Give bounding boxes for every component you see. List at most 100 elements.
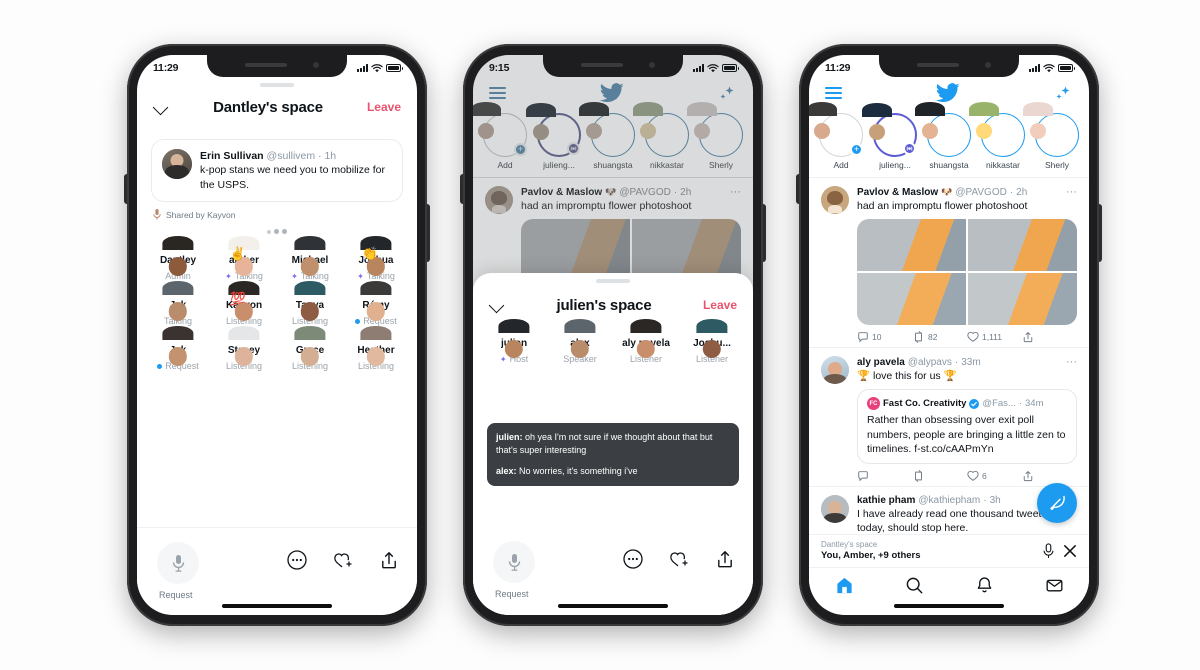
fleet-ring[interactable] <box>969 102 1025 157</box>
spaces-bottom-sheet: julien's space Leave julien✦HostalexSpea… <box>473 273 753 615</box>
participant-cell[interactable]: 💯KayvonListening <box>211 281 277 326</box>
fleets-carousel[interactable]: + Add julieng... shuangsta nikkastar Sherly <box>809 102 1089 178</box>
participant-cell[interactable]: JakTalking <box>145 281 211 326</box>
retweet-action[interactable] <box>912 469 967 482</box>
share-icon[interactable] <box>379 550 399 570</box>
timeline-tweet[interactable]: aly pavela @alypavs · 33m ··· 🏆 love thi… <box>809 347 1089 486</box>
live-captions-box: julien: oh yea I'm not sure if we though… <box>487 423 739 487</box>
tweet-photo[interactable] <box>857 273 966 326</box>
quoted-tweet[interactable]: FC Fast Co. Creativity @Fas... · 34m Rat… <box>857 389 1077 464</box>
sparkle-icon[interactable] <box>1053 83 1073 103</box>
wifi-icon <box>707 63 719 72</box>
participant-cell[interactable]: Michael✦Talking <box>277 236 343 281</box>
reply-icon <box>858 332 868 343</box>
tweet-author-name: kathie pham <box>857 494 916 506</box>
hamburger-menu-icon[interactable] <box>825 86 842 100</box>
react-heart-icon[interactable] <box>669 549 689 569</box>
fleet-item[interactable]: shuangsta <box>915 102 971 170</box>
like-action[interactable]: 6 <box>967 470 1022 482</box>
participant-cell[interactable]: DantleyAdmin <box>145 236 211 281</box>
fleet-ring[interactable] <box>1023 102 1079 157</box>
tweet-photo[interactable] <box>857 219 966 272</box>
quoted-timestamp: 34m <box>1025 398 1044 410</box>
request-mic-button[interactable] <box>493 541 535 583</box>
request-mic-button[interactable] <box>157 542 199 584</box>
timeline-tweet[interactable]: Pavlov & Maslow 🐶 @PAVGOD · 2h ··· had a… <box>809 178 1089 347</box>
signal-icon <box>693 64 704 72</box>
retweet-action[interactable]: 82 <box>912 331 967 344</box>
tweet-timestamp: 3h <box>989 494 1001 506</box>
tweet-body: k-pop stans we need you to mobilize for … <box>200 164 386 191</box>
tweet-more-icon[interactable]: ··· <box>1066 186 1077 198</box>
close-icon[interactable] <box>1063 544 1077 558</box>
react-heart-icon[interactable] <box>333 550 353 570</box>
participant-cell[interactable]: julien✦Host <box>481 318 547 364</box>
avatar <box>821 494 849 523</box>
shared-tweet-text-block: Erin Sullivan @sullivem · 1h k-pop stans… <box>200 149 392 192</box>
participant-cell[interactable]: RémyRequest <box>343 281 409 326</box>
fleet-item[interactable]: julieng... <box>862 103 917 170</box>
tab-search[interactable] <box>905 576 924 600</box>
tweet-actions: 6 <box>857 469 1077 482</box>
phone3-screen: 11:29 + Add julieng... shuangsta nikkastar Sh… <box>809 55 1089 615</box>
like-action[interactable]: 1,111 <box>967 331 1022 343</box>
phone1-screen: 11:29 Dantley's space Leave Erin Sulliva… <box>137 55 417 615</box>
participant-cell[interactable]: JakRequest <box>145 326 211 371</box>
participant-cell[interactable]: StaceyListening <box>211 326 277 371</box>
more-icon[interactable] <box>623 549 643 569</box>
tweet-photo[interactable] <box>968 219 1077 272</box>
tab-messages[interactable] <box>1045 576 1064 600</box>
tweet-photo-grid[interactable] <box>857 219 1077 326</box>
mockup-canvas: 11:29 Dantley's space Leave Erin Sulliva… <box>0 0 1200 670</box>
space-control-bar: Request <box>137 527 417 615</box>
share-action[interactable] <box>1022 470 1077 482</box>
participant-cell[interactable]: HeatherListening <box>343 326 409 371</box>
share-icon <box>1023 332 1033 343</box>
notch <box>207 55 347 77</box>
mic-indicator-icon: ✦ <box>357 271 364 281</box>
participant-cell[interactable]: ✌️amber✦Talking <box>211 236 277 281</box>
mini-player-space-title: Dantley's space <box>821 540 878 550</box>
spaces-mini-player[interactable]: Dantley's space You, Amber, +9 others <box>809 534 1089 567</box>
more-icon[interactable] <box>287 550 307 570</box>
chevron-down-icon[interactable] <box>489 297 505 313</box>
fleet-ring[interactable] <box>862 103 917 157</box>
tweet-author-name: aly pavela <box>857 356 905 368</box>
leave-button[interactable]: Leave <box>703 298 737 312</box>
participant-cell[interactable]: TanyaListening <box>277 281 343 326</box>
spaces-badge-icon[interactable] <box>903 142 916 155</box>
tab-notifications[interactable] <box>975 576 994 600</box>
share-icon[interactable] <box>715 549 735 569</box>
shared-tweet-card[interactable]: Erin Sullivan @sullivem · 1h k-pop stans… <box>151 139 403 203</box>
avatar <box>821 356 849 385</box>
participant-cell[interactable]: aly pavela Listener <box>613 318 679 364</box>
avatar <box>821 186 849 214</box>
tweet-author-emoji: 🐶 <box>941 186 953 197</box>
microphone-icon[interactable] <box>1042 543 1055 559</box>
space-header: Dantley's space Leave <box>137 87 417 127</box>
feather-icon <box>1049 495 1065 510</box>
fleet-item[interactable]: Sherly <box>1023 102 1079 170</box>
reply-action[interactable] <box>857 470 912 482</box>
tweet-more-icon[interactable]: ··· <box>1066 356 1077 368</box>
leave-button[interactable]: Leave <box>367 100 401 114</box>
fleet-ring[interactable]: + <box>809 102 863 157</box>
chevron-down-icon[interactable] <box>153 99 169 115</box>
tab-home[interactable] <box>835 576 854 600</box>
participant-cell[interactable]: alexSpeaker <box>547 318 613 364</box>
participant-cell[interactable]: 👏Joshua✦Talking <box>343 236 409 281</box>
share-action[interactable] <box>1022 331 1077 343</box>
compose-tweet-button[interactable] <box>1037 483 1077 523</box>
fleet-item[interactable]: + Add <box>809 102 863 170</box>
fleet-item[interactable]: nikkastar <box>969 102 1025 170</box>
twitter-logo-icon <box>935 83 960 103</box>
participant-cell[interactable]: GraceListening <box>277 326 343 371</box>
participant-cell[interactable]: Joshu...Listener <box>679 318 745 364</box>
tweet-photo[interactable] <box>968 273 1077 326</box>
microphone-icon <box>508 554 520 571</box>
tweet-timestamp: 33m <box>961 356 981 368</box>
reply-action[interactable]: 10 <box>857 331 912 343</box>
retweet-count: 82 <box>928 332 938 343</box>
add-fleet-plus-icon[interactable]: + <box>850 143 863 156</box>
fleet-ring[interactable] <box>915 102 971 157</box>
